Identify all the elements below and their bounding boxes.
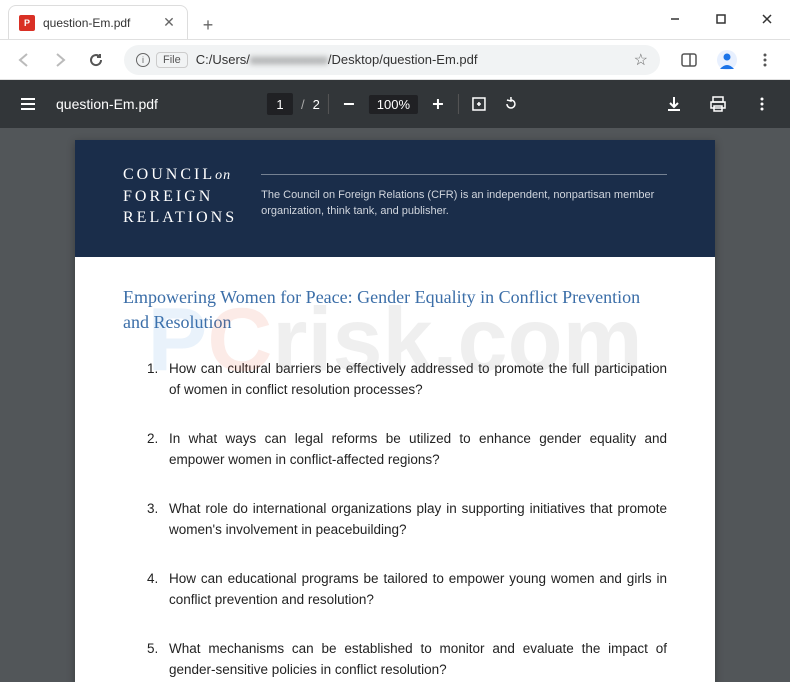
- question-text: What mechanisms can be established to mo…: [169, 639, 667, 681]
- pdf-more-menu-icon[interactable]: [750, 92, 774, 116]
- question-number: 3.: [147, 499, 169, 541]
- download-icon[interactable]: [662, 92, 686, 116]
- minimize-button[interactable]: [652, 0, 698, 39]
- hamburger-menu-icon[interactable]: [16, 92, 40, 116]
- toolbar-divider: [458, 94, 459, 114]
- zoom-in-button[interactable]: [426, 92, 450, 116]
- browser-toolbar: i File C:/Users/xxxxxxxxxxxx/Desktop/que…: [0, 40, 790, 80]
- reload-button[interactable]: [80, 44, 112, 76]
- pdf-viewer-toolbar: question-Em.pdf / 2 100%: [0, 80, 790, 128]
- rotate-icon[interactable]: [499, 92, 523, 116]
- question-number: 1.: [147, 359, 169, 401]
- new-tab-button[interactable]: +: [194, 11, 222, 39]
- browser-tab[interactable]: P question-Em.pdf ✕: [8, 5, 188, 39]
- side-panel-icon[interactable]: [672, 43, 706, 77]
- zoom-level: 100%: [369, 95, 418, 114]
- pdf-file-icon: P: [19, 15, 35, 31]
- question-number: 5.: [147, 639, 169, 681]
- document-header: COUNCILon FOREIGN RELATIONS The Council …: [75, 140, 715, 257]
- question-item: 2.In what ways can legal reforms be util…: [147, 429, 667, 471]
- question-text: How can cultural barriers be effectively…: [169, 359, 667, 401]
- question-text: What role do international organizations…: [169, 499, 667, 541]
- question-item: 3.What role do international organizatio…: [147, 499, 667, 541]
- question-item: 5.What mechanisms can be established to …: [147, 639, 667, 681]
- page-number-input[interactable]: [267, 93, 293, 115]
- bookmark-star-icon[interactable]: ☆: [634, 50, 648, 70]
- pdf-page: COUNCILon FOREIGN RELATIONS The Council …: [75, 140, 715, 682]
- document-body: Empowering Women for Peace: Gender Equal…: [75, 257, 715, 682]
- header-description: The Council on Foreign Relations (CFR) i…: [261, 187, 667, 220]
- window-titlebar: P question-Em.pdf ✕ +: [0, 0, 790, 40]
- tab-title: question-Em.pdf: [43, 16, 161, 30]
- back-button[interactable]: [8, 44, 40, 76]
- url-text: C:/Users/xxxxxxxxxxxx/Desktop/question-E…: [196, 52, 634, 67]
- zoom-out-button[interactable]: [337, 92, 361, 116]
- question-text: In what ways can legal reforms be utiliz…: [169, 429, 667, 471]
- question-item: 1.How can cultural barriers be effective…: [147, 359, 667, 401]
- toolbar-divider: [328, 94, 329, 114]
- profile-avatar-icon[interactable]: [710, 43, 744, 77]
- close-tab-icon[interactable]: ✕: [161, 15, 177, 31]
- question-item: 4.How can educational programs be tailor…: [147, 569, 667, 611]
- pdf-viewport[interactable]: COUNCILon FOREIGN RELATIONS The Council …: [0, 128, 790, 682]
- question-text: How can educational programs be tailored…: [169, 569, 667, 611]
- address-bar[interactable]: i File C:/Users/xxxxxxxxxxxx/Desktop/que…: [124, 45, 660, 75]
- page-total: 2: [313, 97, 320, 112]
- maximize-button[interactable]: [698, 0, 744, 39]
- question-number: 2.: [147, 429, 169, 471]
- document-title: Empowering Women for Peace: Gender Equal…: [123, 285, 667, 335]
- browser-menu-icon[interactable]: [748, 43, 782, 77]
- file-scheme-badge: File: [156, 52, 188, 68]
- forward-button[interactable]: [44, 44, 76, 76]
- print-icon[interactable]: [706, 92, 730, 116]
- fit-page-icon[interactable]: [467, 92, 491, 116]
- pdf-filename: question-Em.pdf: [56, 96, 158, 112]
- page-separator: /: [301, 97, 305, 112]
- site-info-icon[interactable]: i: [136, 53, 150, 67]
- question-list: 1.How can cultural barriers be effective…: [123, 359, 667, 680]
- cfr-logo: COUNCILon FOREIGN RELATIONS: [123, 164, 237, 229]
- question-number: 4.: [147, 569, 169, 611]
- close-window-button[interactable]: [744, 0, 790, 39]
